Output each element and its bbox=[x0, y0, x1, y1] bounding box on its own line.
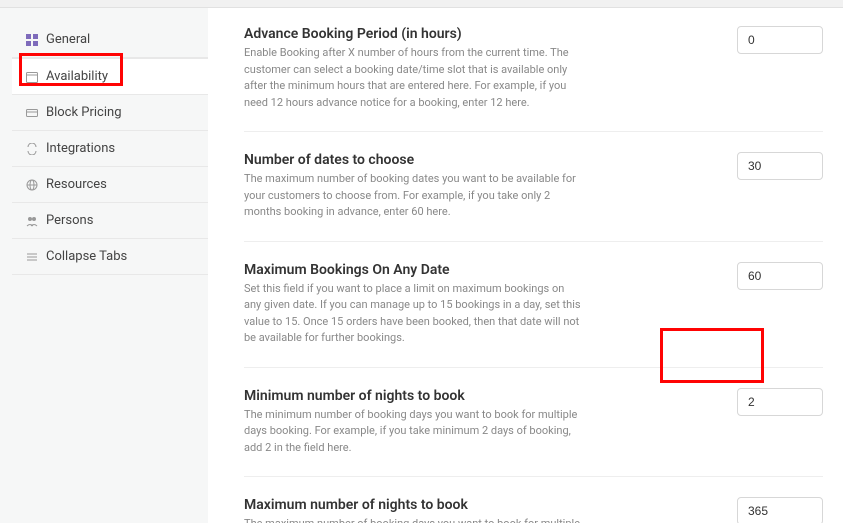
sidebar: General Availability Block Pricing Integ… bbox=[12, 8, 208, 523]
sidebar-tab-label: Collapse Tabs bbox=[46, 249, 127, 264]
setting-description: The maximum number of booking days you w… bbox=[244, 516, 584, 523]
sidebar-tab-label: Integrations bbox=[46, 141, 115, 156]
setting-title: Maximum Bookings On Any Date bbox=[244, 262, 584, 278]
advance-booking-input[interactable] bbox=[737, 26, 823, 54]
card-icon bbox=[26, 107, 38, 119]
setting-min-nights: Minimum number of nights to book The min… bbox=[244, 388, 823, 478]
setting-max-bookings: Maximum Bookings On Any Date Set this fi… bbox=[244, 262, 823, 368]
sidebar-tab-integrations[interactable]: Integrations bbox=[12, 131, 208, 167]
setting-number-of-dates: Number of dates to choose The maximum nu… bbox=[244, 152, 823, 242]
setting-description: The minimum number of booking days you w… bbox=[244, 407, 584, 457]
setting-description: Set this field if you want to place a li… bbox=[244, 281, 584, 347]
sidebar-tab-general[interactable]: General bbox=[12, 22, 208, 58]
people-icon bbox=[26, 215, 38, 227]
setting-title: Advance Booking Period (in hours) bbox=[244, 26, 584, 42]
calendar-icon bbox=[26, 71, 38, 83]
setting-title: Number of dates to choose bbox=[244, 152, 584, 168]
max-nights-input[interactable] bbox=[737, 497, 823, 523]
sidebar-tab-label: General bbox=[46, 32, 90, 47]
menu-icon bbox=[26, 251, 38, 263]
setting-title: Maximum number of nights to book bbox=[244, 497, 584, 513]
number-of-dates-input[interactable] bbox=[737, 152, 823, 180]
top-border bbox=[0, 0, 843, 8]
sidebar-tab-label: Persons bbox=[46, 213, 93, 228]
setting-description: Enable Booking after X number of hours f… bbox=[244, 45, 584, 111]
sidebar-tab-label: Availability bbox=[46, 69, 108, 84]
refresh-icon bbox=[26, 143, 38, 155]
sidebar-tab-collapse[interactable]: Collapse Tabs bbox=[12, 239, 208, 275]
setting-description: The maximum number of booking dates you … bbox=[244, 171, 584, 221]
sidebar-tab-label: Block Pricing bbox=[46, 105, 122, 120]
sidebar-tab-persons[interactable]: Persons bbox=[12, 203, 208, 239]
setting-advance-booking: Advance Booking Period (in hours) Enable… bbox=[244, 26, 823, 132]
setting-max-nights: Maximum number of nights to book The max… bbox=[244, 497, 823, 523]
globe-icon bbox=[26, 179, 38, 191]
setting-title: Minimum number of nights to book bbox=[244, 388, 584, 404]
sidebar-tab-label: Resources bbox=[46, 177, 107, 192]
max-bookings-input[interactable] bbox=[737, 262, 823, 290]
grid-icon bbox=[26, 34, 38, 46]
sidebar-tab-block-pricing[interactable]: Block Pricing bbox=[12, 95, 208, 131]
settings-panel: Advance Booking Period (in hours) Enable… bbox=[208, 8, 843, 523]
sidebar-tab-resources[interactable]: Resources bbox=[12, 167, 208, 203]
sidebar-tab-availability[interactable]: Availability bbox=[12, 58, 208, 95]
min-nights-input[interactable] bbox=[737, 388, 823, 416]
